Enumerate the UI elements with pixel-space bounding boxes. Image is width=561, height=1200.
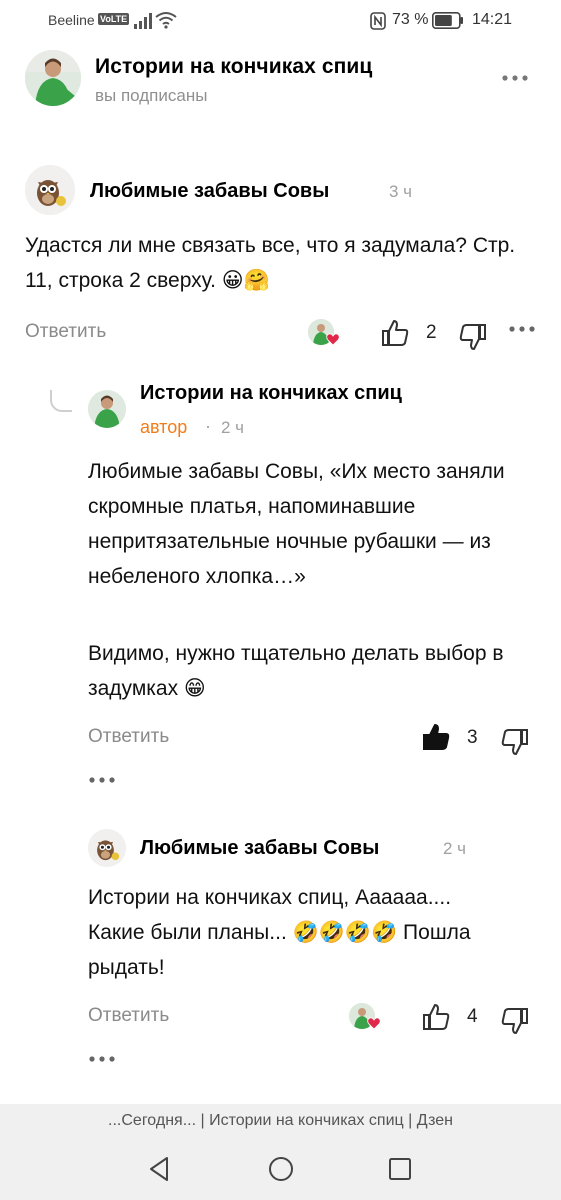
home-icon[interactable] <box>266 1154 296 1184</box>
like-count: 3 <box>467 727 478 748</box>
author-badge: автор <box>140 417 188 437</box>
signal-icon <box>134 13 152 29</box>
like-filled-icon[interactable] <box>421 722 451 752</box>
comment-author[interactable]: Любимые забавы Совы <box>90 180 329 203</box>
nfc-icon <box>370 12 386 30</box>
reply-button[interactable]: Ответить <box>88 726 169 748</box>
comment-more-icon[interactable] <box>508 324 536 334</box>
owl-avatar[interactable] <box>88 829 126 867</box>
like-icon[interactable] <box>380 318 410 348</box>
comment-author[interactable]: Любимые забавы Совы <box>140 837 379 860</box>
dislike-icon[interactable] <box>500 727 530 757</box>
comment-text: Истории на кончиках спиц, Аааааа.... Как… <box>88 886 471 979</box>
owl-avatar[interactable] <box>25 165 75 215</box>
channel-title[interactable]: Истории на кончиках спиц <box>95 55 372 79</box>
comment-more-icon[interactable] <box>88 1054 116 1064</box>
volte-badge: VoLTE <box>98 13 130 25</box>
subscription-status: вы подписаны <box>95 86 208 105</box>
recent-apps-icon[interactable] <box>385 1154 415 1184</box>
battery-percent: 73 % <box>392 11 429 28</box>
separator-dot: · <box>205 416 211 436</box>
dislike-icon[interactable] <box>458 322 488 352</box>
more-options-icon[interactable] <box>500 66 530 90</box>
comment-time: 2 ч <box>221 418 245 437</box>
comment-more-icon[interactable] <box>88 775 116 785</box>
battery-icon <box>432 12 463 29</box>
owl-icon <box>88 829 126 867</box>
thread-connector <box>50 390 72 412</box>
like-count: 4 <box>467 1006 478 1027</box>
owl-icon <box>25 165 75 215</box>
tab-title: ...Сегодня... | Истории на кончиках спиц… <box>108 1112 453 1129</box>
status-bar: Beeline VoLTE 73 % 14:21 <box>0 0 561 42</box>
like-icon[interactable] <box>421 1002 451 1032</box>
heart-icon <box>367 1017 381 1030</box>
person-photo-icon <box>25 50 81 106</box>
comment-time: 2 ч <box>443 839 467 858</box>
person-photo-icon <box>88 390 126 428</box>
clock: 14:21 <box>472 11 513 28</box>
comment-text: Удастся ли мне связать все, что я задума… <box>25 234 516 292</box>
comment-text-quote: Любимые забавы Совы, «Их место заняли ск… <box>88 460 505 588</box>
tab-title-bar[interactable]: ...Сегодня... | Истории на кончиках спиц… <box>0 1104 561 1140</box>
dislike-icon[interactable] <box>500 1006 530 1036</box>
reply-button[interactable]: Ответить <box>25 321 106 343</box>
comment-text-body: Видимо, нужно тщательно делать выбор в з… <box>88 642 504 700</box>
heart-icon <box>326 333 340 346</box>
reply-button[interactable]: Ответить <box>88 1005 169 1027</box>
like-count: 2 <box>426 322 437 343</box>
wifi-icon <box>155 12 177 29</box>
back-icon[interactable] <box>145 1154 175 1184</box>
comment-author[interactable]: Истории на кончиках спиц <box>140 382 402 405</box>
channel-avatar[interactable] <box>25 50 81 106</box>
navigation-bar <box>0 1140 561 1200</box>
carrier-name: Beeline <box>48 12 95 28</box>
channel-author-avatar[interactable] <box>88 390 126 428</box>
comment-time: 3 ч <box>389 182 413 201</box>
